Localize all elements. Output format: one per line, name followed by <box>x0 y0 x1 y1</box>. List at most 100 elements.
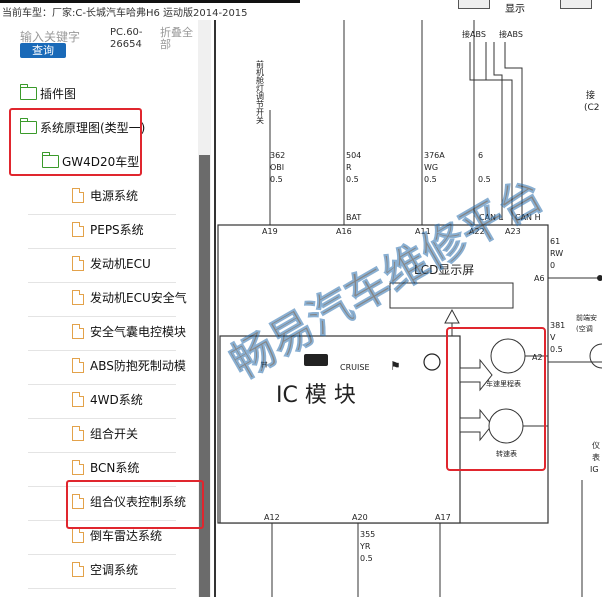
document-icon <box>72 493 84 509</box>
flag-icon: ⚑ <box>390 359 401 373</box>
sidebar-scrollbar-thumb[interactable] <box>199 155 210 597</box>
tree-item-engine-ecu-airbag[interactable]: 发动机ECU安全气 <box>72 282 196 312</box>
tree-item-parking-radar[interactable]: 倒车雷达系统 <box>72 520 162 550</box>
tree-item-gw4d20[interactable]: GW4D20车型 <box>42 146 139 176</box>
toolbar-button-right[interactable] <box>560 0 592 9</box>
sidebar: 查询 PC.60-26654 折叠全部 插件图 系统原理图(类型一) GW4D2… <box>0 20 212 597</box>
tree-item-label: 发动机ECU <box>90 256 151 271</box>
tree-item-label: 电源系统 <box>90 188 139 203</box>
tree-item-label: PEPS系统 <box>90 222 144 237</box>
folder-open-icon <box>20 117 37 134</box>
trailer-icon <box>304 354 328 366</box>
document-icon <box>72 221 84 237</box>
wiring-diagram-svg: 接ABS 接ABS 前机舱灯调节开关 接 (C2 362 OBI 0.5 504… <box>214 20 602 597</box>
search-button[interactable]: 查询 <box>20 43 66 58</box>
tree-item-label: 组合仪表控制系统 <box>90 494 187 509</box>
document-icon <box>72 391 84 407</box>
toolbar-label[interactable]: 显示 <box>505 0 525 15</box>
tree-item-label: BCN系统 <box>90 460 140 475</box>
tree-item-label: 安全气囊电控模块 <box>90 324 187 339</box>
tree-item-label: ABS防抱死制动模 <box>90 358 186 373</box>
pin-label: A19 <box>262 227 278 236</box>
tree-item-power-system[interactable]: 电源系统 <box>72 180 138 210</box>
wire-size: 0 <box>550 261 555 270</box>
pin-label: A6 <box>534 274 545 283</box>
wire-color: V <box>550 333 556 342</box>
tree-item-label: 系统原理图(类型一) <box>40 120 146 135</box>
wire-number: 381 <box>550 321 565 330</box>
wire-size: 0.5 <box>550 345 563 354</box>
pin-label: A2 <box>532 353 543 362</box>
vehicle-label: 当前车型：厂家:C-长城汽车哈弗H6 运动版2014-2015 <box>2 8 248 19</box>
wire-color: R <box>346 163 352 172</box>
pc-code-label: PC.60-26654 <box>110 27 143 50</box>
document-icon <box>72 289 84 305</box>
ic-module-label: IC 模 块 <box>276 383 356 408</box>
right-component-label: (空调 <box>576 324 593 333</box>
pin-label: A17 <box>435 513 451 522</box>
document-icon <box>72 357 84 373</box>
tree-item-label: 空调系统 <box>90 562 139 577</box>
tree-item-air-conditioning[interactable]: 空调系统 <box>72 554 138 584</box>
wire-color: OBI <box>270 163 284 172</box>
vertical-switch-label: 前机舱灯调节开关 <box>256 59 265 125</box>
right-component-label: 前端安 <box>576 313 597 322</box>
wire-number: 362 <box>270 151 285 160</box>
right-bottom-label: IG <box>590 465 599 474</box>
tachometer-gauge <box>488 408 524 444</box>
wire-number: 504 <box>346 151 361 160</box>
collapse-all-button[interactable]: 折叠全部 <box>160 27 200 51</box>
right-edge-sublabel: (C2 <box>584 103 600 113</box>
wire-size: 0.5 <box>424 175 437 184</box>
row-divider <box>28 588 176 589</box>
tree-item-bcn[interactable]: BCN系统 <box>72 452 139 482</box>
tree-item-plugin-diagram[interactable]: 插件图 <box>20 78 76 108</box>
right-edge-label: 接 <box>586 89 595 101</box>
tree-item-label: GW4D20车型 <box>62 154 140 169</box>
tree-item-4wd[interactable]: 4WD系统 <box>72 384 143 414</box>
wire-number: 376A <box>424 151 445 160</box>
toolbar-button-left[interactable] <box>458 0 490 9</box>
tree-item-label: 插件图 <box>40 86 77 101</box>
wire-number: 355 <box>360 530 375 539</box>
document-icon <box>72 459 84 475</box>
right-bottom-label: 仪 <box>592 441 600 450</box>
document-icon <box>72 255 84 271</box>
wire-number: 61 <box>550 237 560 246</box>
pin-label: A20 <box>352 513 368 522</box>
tree-item-abs[interactable]: ABS防抱死制动模 <box>72 350 196 380</box>
document-icon <box>72 187 84 203</box>
pin-label: A12 <box>264 513 280 522</box>
right-gauge-partial <box>589 343 602 369</box>
wire-size: 0.5 <box>346 175 359 184</box>
document-icon <box>72 425 84 441</box>
top-bar: 当前车型：厂家:C-长城汽车哈弗H6 运动版2014-2015 显示 <box>0 0 602 20</box>
wire-size: 0.5 <box>478 175 491 184</box>
tree-item-system-schematic[interactable]: 系统原理图(类型一) <box>20 112 145 142</box>
document-icon <box>72 527 84 543</box>
wire-color: YR <box>359 542 371 551</box>
wire-color: WG <box>424 163 438 172</box>
top-divider <box>0 0 300 3</box>
tree-item-combination-switch[interactable]: 组合开关 <box>72 418 138 448</box>
right-bottom-label: 表 <box>592 452 600 462</box>
tree-item-peps[interactable]: PEPS系统 <box>72 214 144 244</box>
tree-item-label: 倒车雷达系统 <box>90 528 163 543</box>
tree-item-instrument-cluster[interactable]: 组合仪表控制系统 <box>72 486 196 516</box>
tree-item-label: 4WD系统 <box>90 392 143 407</box>
tree-item-engine-ecu[interactable]: 发动机ECU <box>72 248 151 278</box>
wire-size: 0.5 <box>360 554 373 563</box>
tree-item-label: 组合开关 <box>90 426 139 441</box>
wire-color: RW <box>550 249 563 258</box>
wire-size: 0.5 <box>270 175 283 184</box>
folder-icon <box>20 83 37 100</box>
diagram-top-label: 接ABS <box>499 29 523 39</box>
tree-item-airbag-module[interactable]: 安全气囊电控模块 <box>72 316 196 346</box>
folder-open-icon <box>42 151 59 168</box>
pin-label: A16 <box>336 227 352 236</box>
tachometer-label: 转速表 <box>496 449 517 458</box>
document-icon <box>72 561 84 577</box>
tree-item-label: 发动机ECU安全气 <box>90 290 187 305</box>
wiring-diagram[interactable]: 接ABS 接ABS 前机舱灯调节开关 接 (C2 362 OBI 0.5 504… <box>212 20 602 597</box>
bus-label: BAT <box>346 213 361 222</box>
